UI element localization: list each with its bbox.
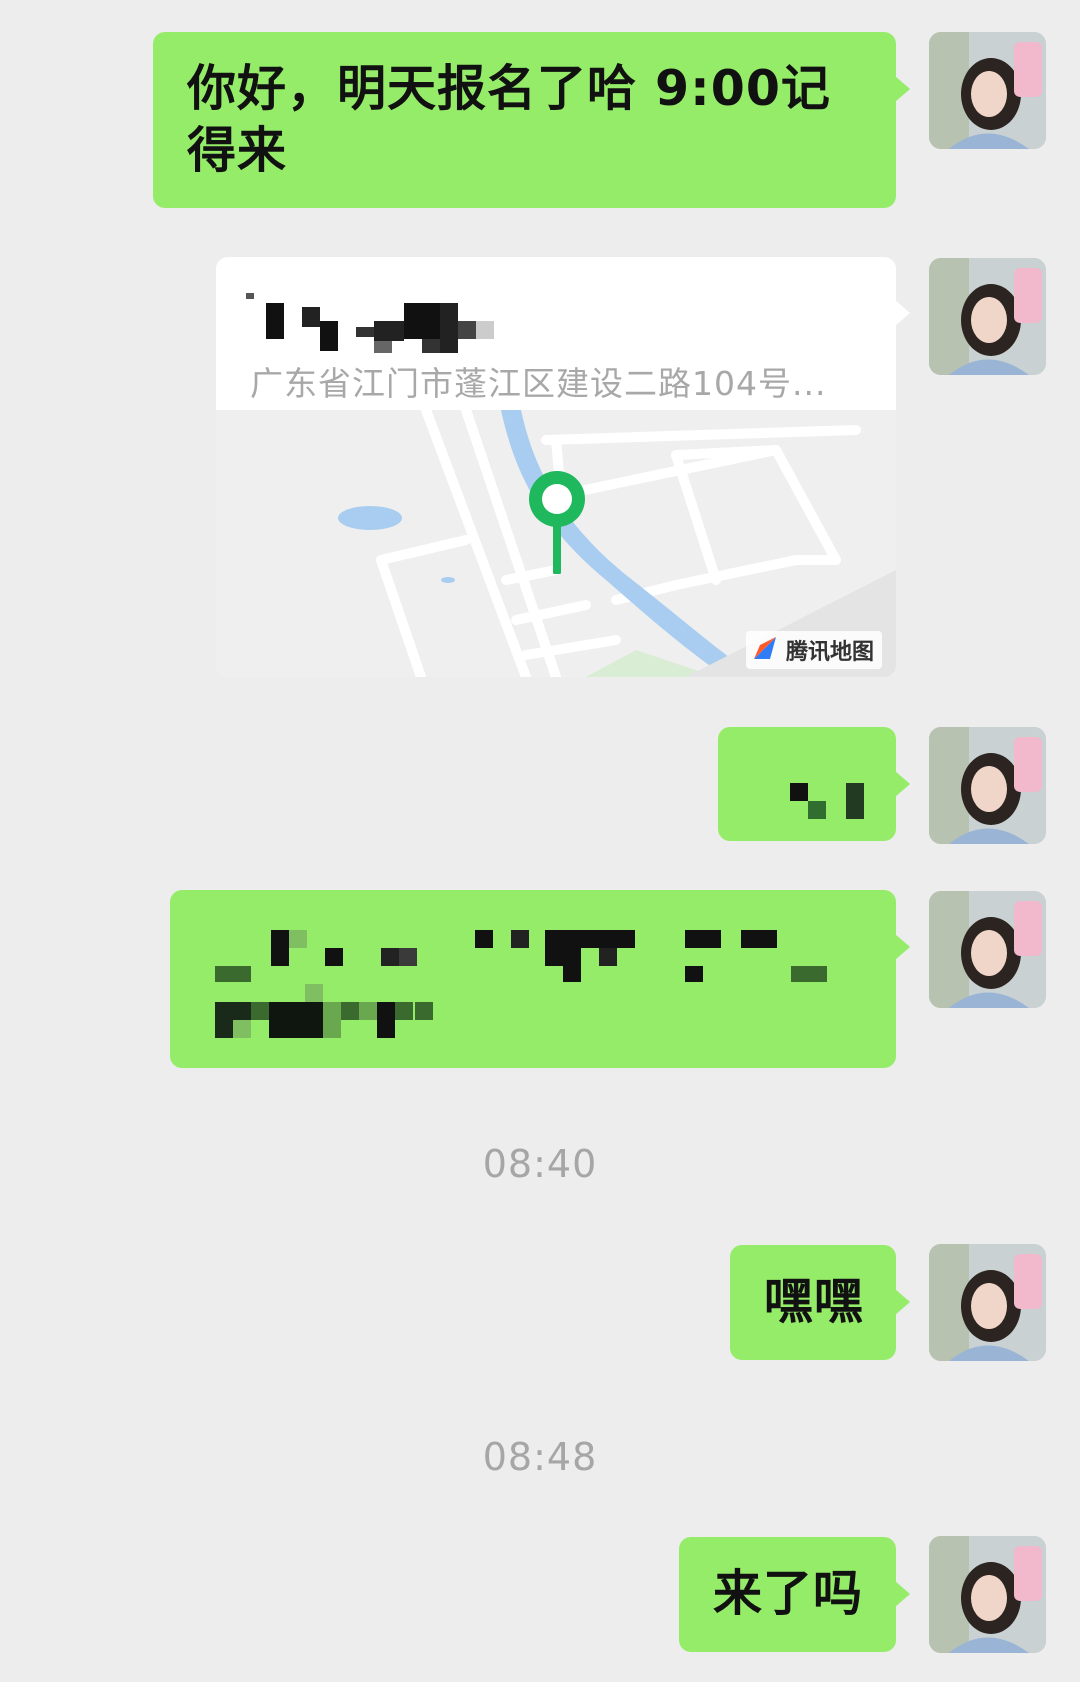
bubble-tail <box>895 1581 910 1607</box>
chat-timestamp: 08:40 <box>482 1142 598 1186</box>
avatar[interactable] <box>929 1244 1046 1361</box>
avatar[interactable] <box>929 1536 1046 1653</box>
message-text: 来了吗 <box>713 1565 864 1622</box>
bubble-tail <box>895 76 910 102</box>
bubble-tail <box>895 1289 910 1315</box>
avatar[interactable] <box>929 891 1046 1008</box>
avatar[interactable] <box>929 258 1046 375</box>
location-card-tail <box>895 300 910 326</box>
message-text: 你好，明天报名了哈 9:00记得来 <box>187 60 831 179</box>
message-bubble-pixelated-short[interactable] <box>718 727 910 841</box>
pixelated-location-title <box>246 293 496 353</box>
map-brand-label: 腾讯地图 <box>785 640 874 665</box>
avatar[interactable] <box>929 727 1046 844</box>
location-address: 广东省江门市蓬江区建设二路104号... <box>250 364 827 403</box>
pixelated-message-text <box>215 930 855 1040</box>
tencent-map-logo-icon <box>750 633 780 667</box>
bubble-tail <box>895 771 910 797</box>
message-bubble-laile[interactable]: 来了吗 <box>679 1537 910 1652</box>
avatar[interactable] <box>929 32 1046 149</box>
map-preview[interactable]: 腾讯地图 <box>216 405 896 677</box>
message-bubble-heihei[interactable]: 嘿嘿 <box>730 1245 910 1360</box>
map-brand-badge: 腾讯地图 <box>745 631 882 669</box>
message-bubble-1[interactable]: 你好，明天报名了哈 9:00记得来 <box>153 32 910 208</box>
message-bubble-pixelated-long[interactable] <box>170 890 910 1068</box>
message-text: 嘿嘿 <box>764 1273 865 1330</box>
chat-timestamp: 08:48 <box>482 1435 598 1479</box>
location-card[interactable]: 广东省江门市蓬江区建设二路104号... 腾讯地图 <box>216 257 896 677</box>
bubble-tail <box>895 934 910 960</box>
location-pin-icon <box>522 464 592 576</box>
pixelated-message-text <box>790 783 870 819</box>
